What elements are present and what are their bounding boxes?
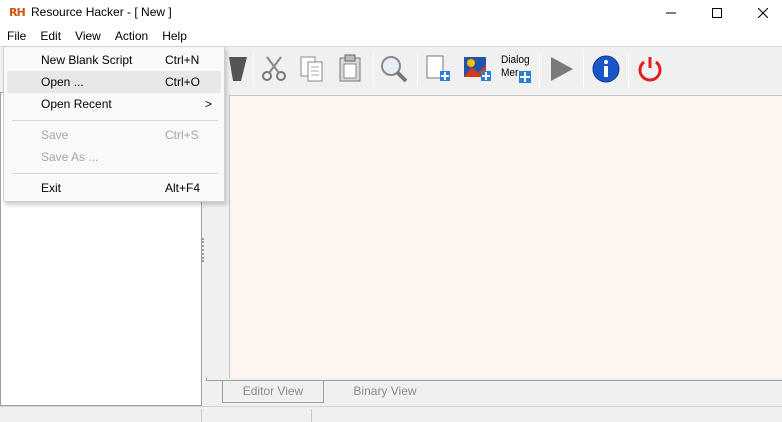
menu-item-exit[interactable]: Exit Alt+F4 bbox=[7, 177, 221, 199]
menu-item-save-as[interactable]: Save As ... bbox=[7, 146, 221, 168]
add-image-resource-button[interactable] bbox=[462, 52, 494, 86]
menu-edit[interactable]: Edit bbox=[33, 26, 68, 46]
view-tabs: Editor View Binary View bbox=[206, 380, 782, 406]
run-icon bbox=[551, 57, 573, 81]
dialog-merger-icon bbox=[519, 71, 531, 83]
close-button[interactable] bbox=[740, 0, 782, 26]
menu-bar: File Edit View Action Help bbox=[0, 26, 782, 46]
copy-icon bbox=[300, 56, 323, 82]
exit-power-icon bbox=[638, 57, 662, 82]
window-title: Resource Hacker - [ New ] bbox=[31, 5, 172, 19]
menu-item-new-blank-script[interactable]: New Blank Script Ctrl+N bbox=[7, 49, 221, 71]
menu-file[interactable]: File bbox=[0, 26, 34, 46]
tab-editor-view[interactable]: Editor View bbox=[222, 381, 324, 403]
status-bar bbox=[0, 406, 782, 422]
maximize-button[interactable] bbox=[694, 0, 740, 26]
copy-button[interactable] bbox=[296, 52, 328, 86]
maximize-icon bbox=[712, 8, 722, 18]
minimize-icon bbox=[666, 12, 676, 14]
chevron-right-icon: > bbox=[205, 97, 213, 111]
cut-button[interactable] bbox=[258, 52, 290, 86]
info-icon bbox=[592, 55, 620, 83]
minimize-button[interactable] bbox=[648, 0, 694, 26]
info-button[interactable] bbox=[590, 52, 622, 86]
add-blank-resource-icon bbox=[426, 55, 450, 81]
menu-separator bbox=[12, 173, 218, 174]
splitter-grip bbox=[202, 238, 204, 262]
exit-button[interactable] bbox=[634, 52, 666, 86]
menu-item-open[interactable]: Open ... Ctrl+O bbox=[7, 71, 221, 93]
paste-button[interactable] bbox=[334, 52, 366, 86]
compile-button[interactable] bbox=[222, 52, 254, 86]
file-menu-dropdown: New Blank Script Ctrl+N Open ... Ctrl+O … bbox=[3, 46, 225, 202]
title-bar: RH Resource Hacker - [ New ] bbox=[0, 0, 782, 26]
menu-item-save[interactable]: Save Ctrl+S bbox=[7, 124, 221, 146]
app-logo-icon: RH bbox=[9, 6, 26, 19]
menu-view[interactable]: View bbox=[68, 26, 108, 46]
paste-icon bbox=[339, 54, 361, 82]
add-image-resource-icon bbox=[464, 57, 491, 81]
close-icon bbox=[758, 8, 768, 18]
cut-icon bbox=[262, 56, 286, 81]
menu-separator bbox=[12, 120, 218, 121]
find-icon bbox=[381, 56, 408, 83]
menu-action[interactable]: Action bbox=[108, 26, 155, 46]
menu-help[interactable]: Help bbox=[155, 26, 194, 46]
add-blank-resource-button[interactable] bbox=[422, 52, 454, 86]
find-button[interactable] bbox=[378, 52, 410, 86]
menu-item-open-recent[interactable]: Open Recent > bbox=[7, 93, 221, 115]
run-button[interactable] bbox=[545, 52, 577, 86]
tab-binary-view[interactable]: Binary View bbox=[340, 381, 430, 403]
compile-icon bbox=[229, 57, 247, 81]
script-editor[interactable] bbox=[229, 95, 782, 378]
